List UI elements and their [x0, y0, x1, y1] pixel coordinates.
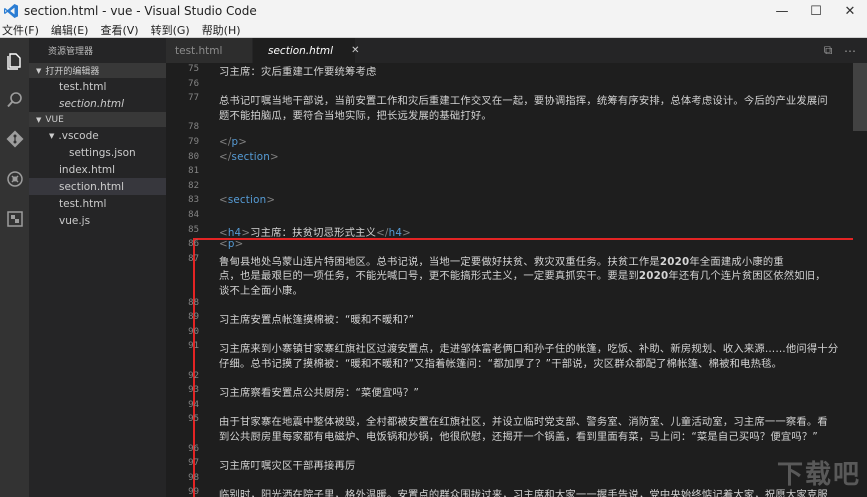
more-icon[interactable]: ⋯ — [839, 41, 861, 61]
tree-folder-vscode[interactable]: ▼ .vscode — [29, 127, 166, 144]
line-number: 91 — [188, 341, 199, 352]
code-line: 习主席叮嘱灾区干部再接再厉 — [219, 460, 356, 473]
project-label: VUE — [45, 114, 64, 125]
tree-item[interactable]: settings.json — [29, 144, 166, 161]
scroll-thumb[interactable] — [853, 63, 867, 131]
code-line: 总书记叮嘱当地干部说，当前安置工作和灾后重建工作交叉在一起，要协调指挥，统筹有序… — [219, 95, 828, 108]
line-number: 83 — [188, 195, 199, 206]
code-line: 习主席来到小寨镇甘家寨红旗社区过渡安置点，走进邹体富老俩口和孙子住的帐篷，吃饭、… — [219, 343, 839, 356]
activity-bar — [0, 38, 29, 497]
line-number: 80 — [188, 151, 199, 162]
open-editors-section[interactable]: ▼ 打开的编辑器 — [29, 63, 166, 78]
code-line: <h4>习主席：扶贫切忌形式主义</h4> — [219, 226, 411, 239]
code-line: 习主席安置点帐篷摸棉被：“暖和不暖和?” — [219, 314, 415, 327]
line-number: 96 — [188, 443, 199, 454]
tree-item-label: vue.js — [59, 214, 91, 227]
tree-item[interactable]: vue.js — [29, 212, 166, 229]
extensions-icon[interactable] — [4, 208, 25, 229]
tab-section-html[interactable]: section.html ✕ — [253, 38, 359, 63]
vscode-logo-icon — [4, 4, 18, 18]
code-line: 谈不上全面小康。 — [219, 285, 303, 297]
line-number: 99 — [188, 487, 199, 497]
menu-edit[interactable]: 编辑(E) — [49, 22, 89, 38]
line-number: 88 — [188, 297, 199, 308]
maximize-button[interactable]: ☐ — [799, 0, 833, 22]
menu-bar: 文件(F) 编辑(E) 查看(V) 转到(G) 帮助(H) — [0, 22, 867, 38]
line-number: 94 — [188, 399, 199, 410]
open-editor-item[interactable]: test.html — [29, 78, 166, 95]
tab-label: test.html — [175, 44, 223, 57]
code-line: 鲁甸县地处乌蒙山连片特困地区。总书记说，当地一定要做好扶贫、救灾双重任务。扶贫工… — [219, 255, 784, 268]
code-editor[interactable]: 下载吧 75 习主席：灾后重建工作要统筹考虑 76 77 总书记叮嘱当地干部说，当前安置… — [166, 63, 867, 497]
line-number: 95 — [188, 414, 199, 425]
title-bar: section.html - vue - Visual Studio Code … — [0, 0, 867, 22]
explorer-sidebar: 资源管理器 ▼ 打开的编辑器 test.html section.html ▼ … — [29, 38, 166, 497]
line-number: 77 — [188, 93, 199, 104]
line-number: 82 — [188, 180, 199, 191]
tree-item-label: .vscode — [58, 129, 99, 142]
chevron-down-icon: ▼ — [36, 115, 42, 124]
code-line: 到公共厨房里每家都有电磁炉、电饭锅和炒锅，他很欣慰，还揭开一个锅盖，看到里面有菜… — [219, 431, 818, 443]
code-line: 临别时，阳光洒在院子里，格外温暖。安置点的群众围拢过来，习主席和大家一一握手告说… — [219, 489, 828, 497]
code-line: </section> — [219, 150, 279, 163]
line-number: 85 — [188, 224, 199, 235]
line-number: 81 — [188, 166, 199, 177]
open-editors-label: 打开的编辑器 — [45, 67, 100, 77]
code-line: 由于甘家寨在地震中整体被毁，全村都被安置在红旗社区，并设立临时党支部、警务室、消… — [219, 416, 828, 429]
line-number: 89 — [188, 312, 199, 323]
line-number: 86 — [188, 239, 199, 250]
menu-file[interactable]: 文件(F) — [0, 22, 39, 38]
chevron-down-icon: ▼ — [36, 66, 42, 75]
code-line: 题不能拍脑瓜，要符合当地实际，把长远发展的基础打好。 — [219, 109, 492, 122]
open-editor-item[interactable]: section.html — [29, 95, 166, 112]
tree-item-label: index.html — [59, 163, 115, 176]
line-number: 75 — [188, 64, 199, 74]
code-line: </p> — [219, 136, 248, 148]
line-number: 78 — [188, 122, 199, 133]
tab-label: section.html — [268, 44, 334, 57]
open-editor-label: section.html — [59, 97, 125, 110]
project-section[interactable]: ▼ VUE — [29, 112, 166, 127]
explorer-header: 资源管理器 — [48, 47, 94, 57]
line-number: 97 — [188, 458, 199, 469]
vertical-scrollbar[interactable] — [853, 63, 867, 497]
search-icon[interactable] — [4, 89, 25, 110]
chevron-down-icon: ▼ — [49, 131, 55, 140]
code-line: 习主席察看安置点公共厨房：“菜便宜吗？” — [219, 387, 420, 400]
menu-help[interactable]: 帮助(H) — [200, 22, 241, 38]
tree-item[interactable]: index.html — [29, 161, 166, 178]
menu-view[interactable]: 查看(V) — [98, 22, 138, 38]
line-number: 79 — [188, 137, 199, 147]
minimize-button[interactable]: — — [765, 0, 799, 22]
tree-item-label: section.html — [59, 180, 125, 193]
line-number: 92 — [188, 370, 199, 381]
tab-test-html[interactable]: test.html — [166, 38, 252, 63]
close-icon[interactable]: ✕ — [351, 45, 359, 56]
split-editor-icon[interactable]: ⧉ — [817, 41, 839, 61]
code-line: <section> — [219, 194, 276, 207]
line-number: 87 — [188, 253, 199, 264]
code-line: 仔细。总书记摸了摸棉被：“暖和不暖和?”又指着帐篷问：“都加厚了？”干部说，灾区… — [219, 358, 783, 370]
tree-item-active[interactable]: section.html — [29, 178, 166, 195]
menu-goto[interactable]: 转到(G) — [149, 22, 190, 38]
code-line: 点，也是最艰巨的一项任务，不能光喊口号，更不能搞形式主义，一定要真抓实干。要是到… — [219, 270, 826, 283]
tab-bar: test.html section.html ✕ ⧉ ⋯ — [166, 38, 867, 63]
explorer-icon[interactable] — [4, 50, 25, 71]
window-title: section.html - vue - Visual Studio Code — [24, 4, 257, 18]
tree-item[interactable]: test.html — [29, 195, 166, 212]
code-line: 习主席：灾后重建工作要统筹考虑 — [219, 66, 377, 78]
line-number: 93 — [188, 385, 199, 396]
line-number: 98 — [188, 472, 199, 483]
line-number: 76 — [188, 78, 199, 89]
tree-item-label: test.html — [59, 197, 107, 210]
git-icon[interactable] — [4, 128, 25, 149]
line-number: 84 — [188, 210, 199, 220]
tree-item-label: settings.json — [69, 146, 136, 159]
close-button[interactable]: ✕ — [833, 0, 867, 22]
line-number: 90 — [188, 326, 199, 337]
debug-icon[interactable] — [4, 168, 25, 189]
open-editor-label: test.html — [59, 80, 107, 93]
code-line: <p> — [219, 238, 244, 251]
